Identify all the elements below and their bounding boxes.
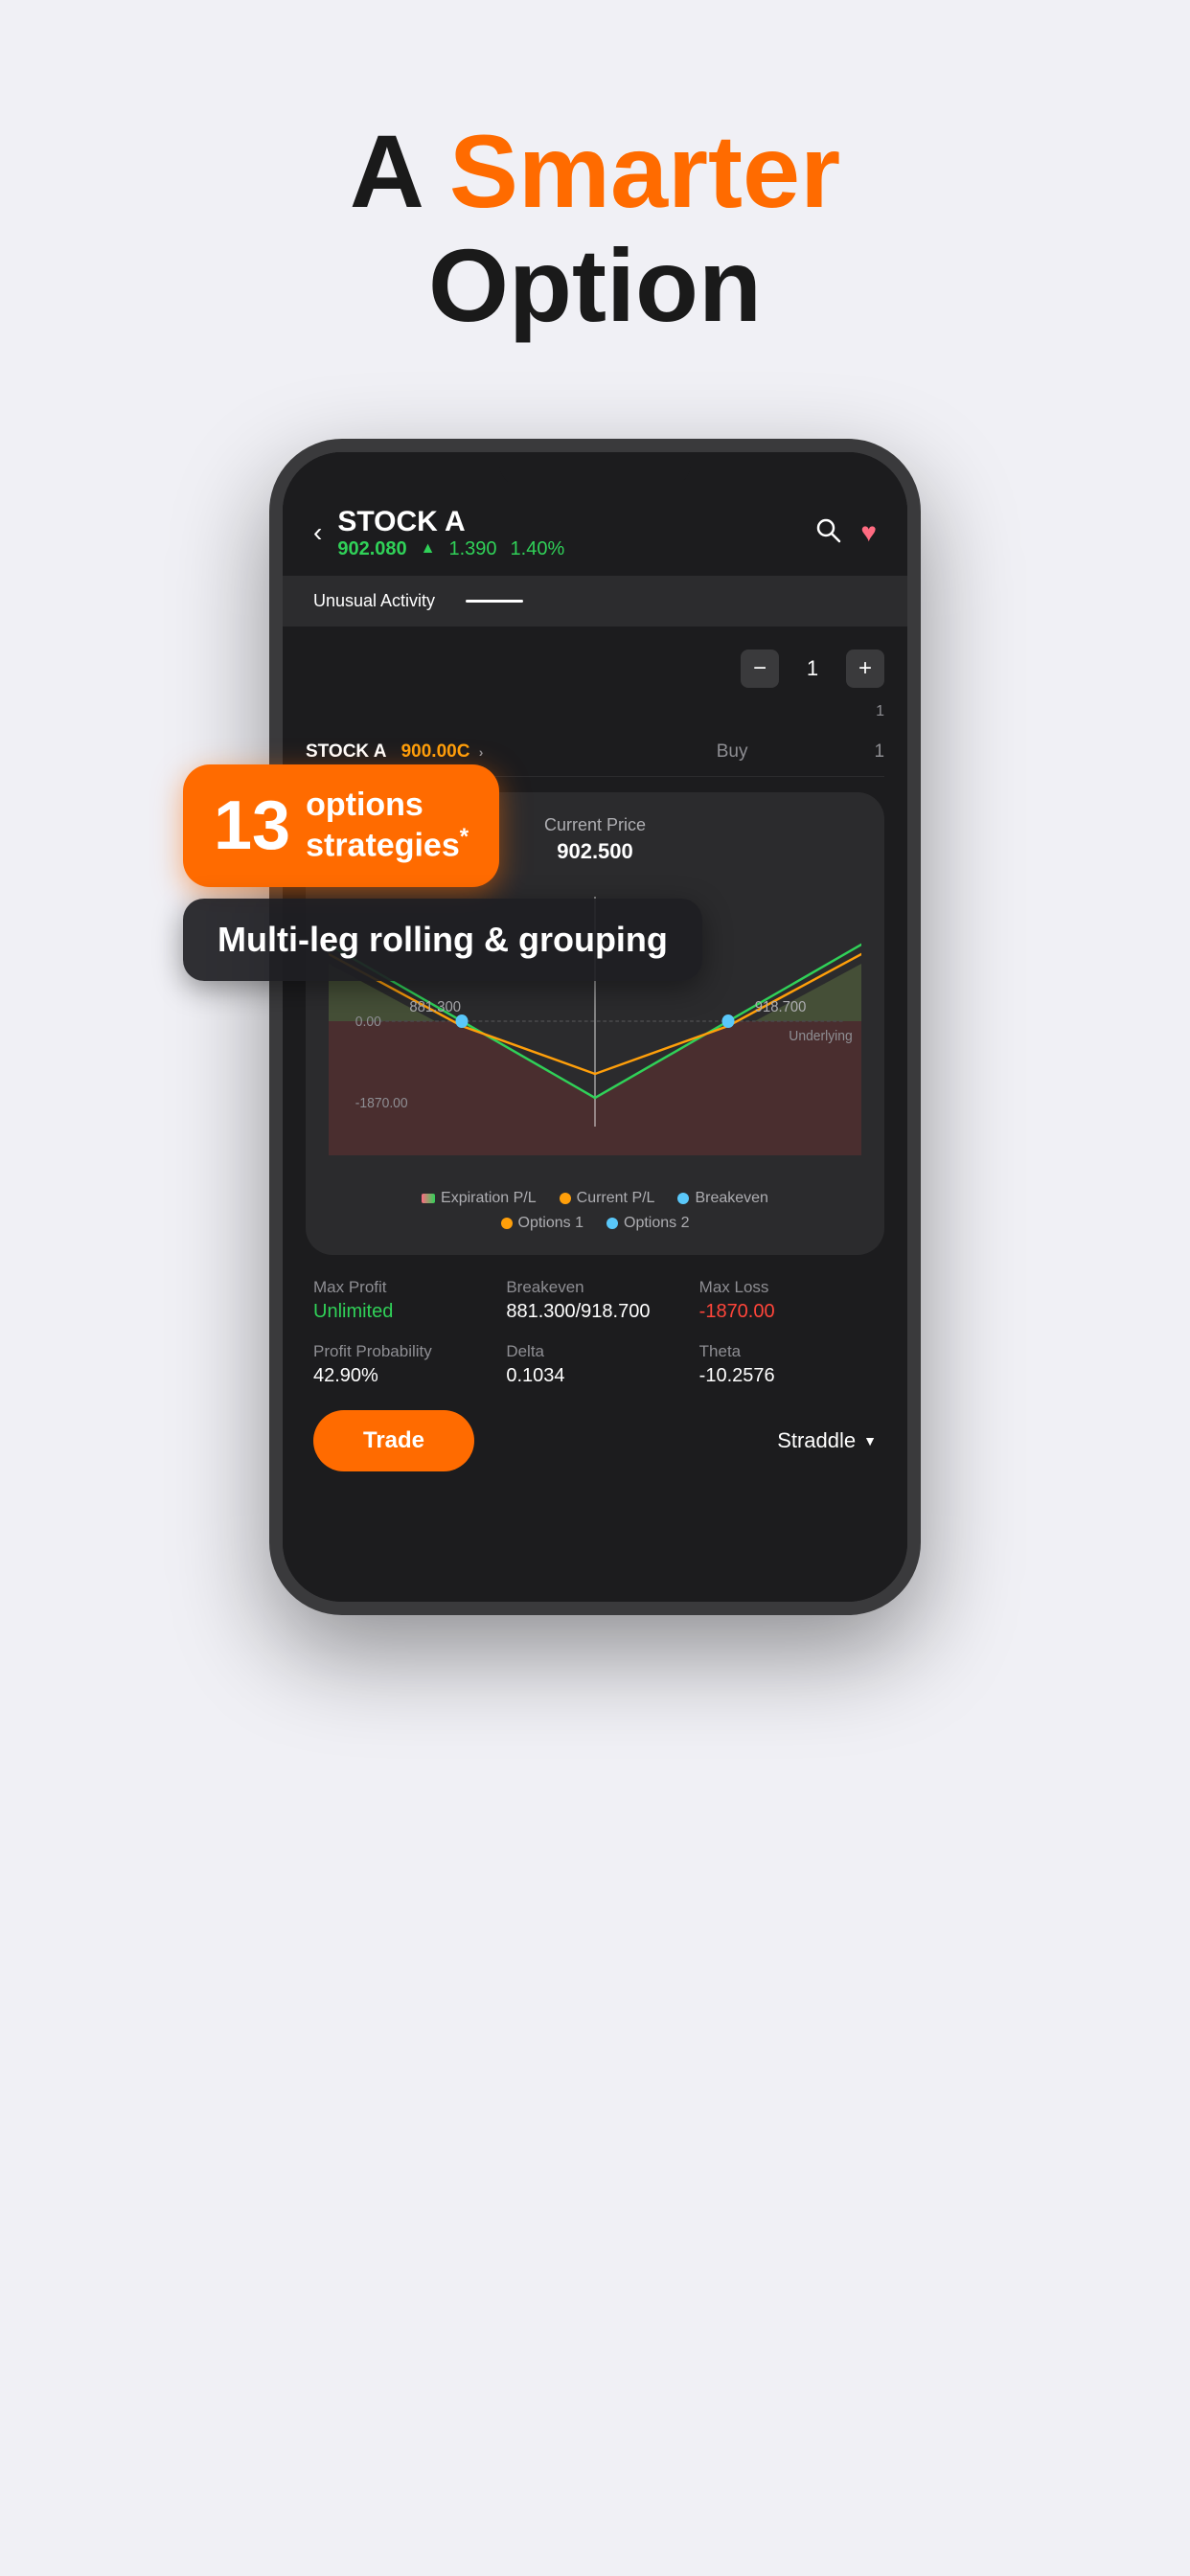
stat-breakeven-label: Breakeven [506,1278,683,1297]
strategy-label: Straddle [777,1428,856,1453]
search-icon[interactable] [814,516,841,550]
bottom-bar: Trade Straddle ▼ [283,1395,907,1502]
stats-section: Max Profit Unlimited Breakeven 881.300/9… [283,1255,907,1395]
strategy-selector[interactable]: Straddle ▼ [777,1428,877,1453]
legend-current-label: Current P/L [577,1190,655,1207]
svg-text:0.00: 0.00 [355,1014,381,1030]
option-qty: 1 [874,741,884,763]
legend-current-color [560,1193,571,1204]
stock-change: 1.390 [448,538,496,560]
tab-slider [466,600,523,603]
hero-prefix: A [350,113,449,229]
phone-screen: ‹ STOCK A 902.080 ▲ 1.390 1.40% [283,452,907,1602]
stat-breakeven-value: 881.300/918.700 [506,1301,683,1323]
stat-theta-value: -10.2576 [699,1365,877,1387]
badge-multileg: Multi-leg rolling & grouping [183,899,702,981]
legend-options2-label: Options 2 [624,1215,689,1232]
legend-expiration-color [422,1194,435,1203]
legend-breakeven-color [677,1193,689,1204]
svg-text:-1870.00: -1870.00 [355,1095,408,1111]
stat-profit-prob-label: Profit Probability [313,1342,491,1361]
legend-expiration: Expiration P/L [422,1190,537,1207]
badge-text-line1: options strategies* [306,786,469,866]
chart-legend: Expiration P/L Current P/L Breakeven [329,1190,861,1207]
qty-minus-btn[interactable]: − [741,650,779,688]
stat-profit-prob-value: 42.90% [313,1365,491,1387]
stat-delta: Delta 0.1034 [506,1342,683,1387]
legend-expiration-label: Expiration P/L [441,1190,537,1207]
legend-breakeven: Breakeven [677,1190,768,1207]
stock-info: STOCK A 902.080 ▲ 1.390 1.40% [337,506,564,560]
legend-current: Current P/L [560,1190,655,1207]
legend-breakeven-label: Breakeven [695,1190,768,1207]
stat-delta-label: Delta [506,1342,683,1361]
chevron-down-icon: ▼ [863,1433,877,1448]
trade-button[interactable]: Trade [313,1410,474,1471]
stock-header-left: ‹ STOCK A 902.080 ▲ 1.390 1.40% [313,506,564,560]
stat-max-profit-value: Unlimited [313,1301,491,1323]
back-arrow-icon[interactable]: ‹ [313,517,322,548]
option-action: Buy [590,741,875,763]
stock-pct: 1.40% [511,538,565,560]
legend-options2-color [606,1218,618,1229]
stock-price: 902.080 [337,538,406,560]
qty-value: 1 [798,656,827,681]
legend-options1-color [501,1218,513,1229]
stat-max-loss-value: -1870.00 [699,1301,877,1323]
phone-frame: ‹ STOCK A 902.080 ▲ 1.390 1.40% [269,439,921,1615]
stat-breakeven: Breakeven 881.300/918.700 [506,1278,683,1323]
svg-text:881.300: 881.300 [409,998,461,1015]
phone-notch [499,452,691,487]
legend-options2: Options 2 [606,1215,689,1232]
quantity-row: − 1 + [306,642,884,703]
stock-meta: 902.080 ▲ 1.390 1.40% [337,538,564,560]
svg-text:Underlying: Underlying [789,1028,852,1044]
qty-label2: 1 [306,703,884,720]
hero-accent: Smarter [449,113,840,229]
svg-text:918.700: 918.700 [755,998,807,1015]
stat-max-profit-label: Max Profit [313,1278,491,1297]
stat-max-loss: Max Loss -1870.00 [699,1278,877,1323]
option-symbol: STOCK A 900.00C › [306,741,590,763]
hero-section: A Smarter Option [350,0,840,400]
stat-max-loss-label: Max Loss [699,1278,877,1297]
badge-number: 13 [214,791,290,860]
tab-bar: Unusual Activity [283,576,907,627]
chart-legend-row2: Options 1 Options 2 [329,1215,861,1232]
stock-header-right: ♥ [814,516,877,550]
stat-delta-value: 0.1034 [506,1365,683,1387]
heart-icon[interactable]: ♥ [860,517,877,548]
stock-name: STOCK A [337,506,564,538]
legend-options1: Options 1 [501,1215,584,1232]
legend-options1-label: Options 1 [518,1215,584,1232]
hero-title: A Smarter Option [350,115,840,343]
tab-unusual-activity[interactable]: Unusual Activity [298,583,450,619]
hero-suffix: Option [428,227,762,343]
price-arrow-icon: ▲ [421,540,436,558]
stat-max-profit: Max Profit Unlimited [313,1278,491,1323]
option-arrow-icon: › [479,744,484,760]
stat-theta-label: Theta [699,1342,877,1361]
phone-wrapper: 13 options strategies* Multi-leg rolling… [221,439,969,1615]
stat-theta: Theta -10.2576 [699,1342,877,1387]
stat-profit-prob: Profit Probability 42.90% [313,1342,491,1387]
qty-plus-btn[interactable]: + [846,650,884,688]
option-strike: 900.00C [401,741,470,762]
badge-13-options: 13 options strategies* [183,764,499,887]
